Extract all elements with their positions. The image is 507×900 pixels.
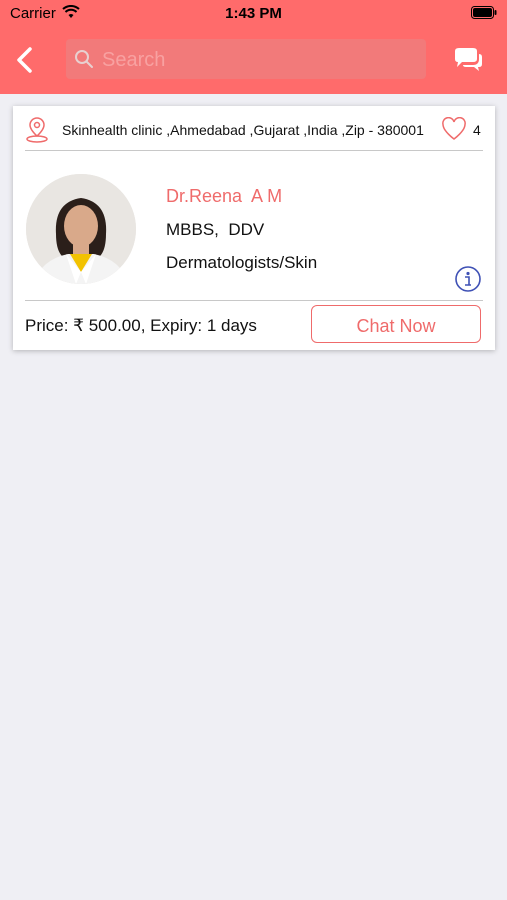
back-icon[interactable] xyxy=(12,46,38,74)
search-input[interactable] xyxy=(100,39,424,81)
doctor-avatar xyxy=(26,174,136,284)
chat-now-button[interactable]: Chat Now xyxy=(311,305,481,343)
chat-bubbles-icon[interactable] xyxy=(451,46,485,74)
price-expiry: Price: ₹ 500.00, Expiry: 1 days xyxy=(25,316,257,335)
doctor-card[interactable]: Skinhealth clinic ,Ahmedabad ,Gujarat ,I… xyxy=(13,106,495,350)
divider xyxy=(25,300,483,301)
status-bar: Carrier 1:43 PM xyxy=(0,0,507,28)
search-bar xyxy=(66,39,426,81)
doctor-degree: MBBS, DDV xyxy=(166,220,265,239)
location-pin-icon xyxy=(26,117,48,143)
search-icon xyxy=(75,50,93,68)
clinic-address: Skinhealth clinic ,Ahmedabad ,Gujarat ,I… xyxy=(62,122,424,138)
battery-icon xyxy=(471,6,497,19)
info-icon[interactable] xyxy=(454,265,482,293)
heart-icon[interactable] xyxy=(441,117,467,141)
navigation-bar xyxy=(0,36,507,86)
location-row: Skinhealth clinic ,Ahmedabad ,Gujarat ,I… xyxy=(13,106,495,150)
doctor-name[interactable]: Dr.Reena A M xyxy=(166,186,282,207)
clock: 1:43 PM xyxy=(225,5,282,22)
divider xyxy=(25,150,483,151)
app-header: Carrier 1:43 PM xyxy=(0,0,507,94)
doctor-specialty: Dermatologists/Skin xyxy=(166,253,318,272)
like-count: 4 xyxy=(473,122,481,138)
